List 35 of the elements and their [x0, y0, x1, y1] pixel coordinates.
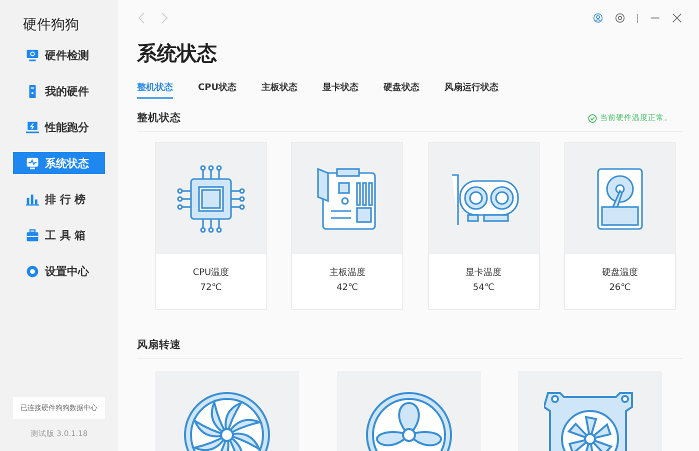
temperature-value: 26℃ [609, 283, 631, 293]
section-title: 整机状态 [137, 111, 181, 125]
tab[interactable]: CPU状态 [198, 81, 237, 99]
bars-icon [26, 192, 39, 206]
cpu-drawing [175, 162, 247, 234]
card-label: 主板温度 [329, 266, 366, 279]
card-label: 显卡温度 [466, 266, 502, 279]
temperature-value: 72℃ [200, 283, 222, 293]
settings-icon[interactable] [615, 12, 625, 24]
tab[interactable]: 主板状态 [262, 81, 298, 99]
toolbox-icon [26, 228, 39, 242]
app-name: 硬件狗狗 [23, 16, 79, 34]
section-title: 风扇转速 [137, 338, 181, 352]
tab[interactable]: 风扇运行状态 [444, 81, 499, 99]
sidebar-item[interactable]: 我的硬件 [13, 80, 105, 102]
temperature-value: 54℃ [472, 283, 494, 293]
user-icon[interactable] [593, 12, 603, 24]
sidebar-item[interactable]: 系统状态 [13, 152, 105, 174]
temperature-value: 42℃ [336, 283, 358, 293]
close-icon[interactable] [672, 12, 682, 24]
sidebar-item[interactable]: 硬件检测 [13, 44, 105, 66]
tab[interactable]: 显卡状态 [322, 81, 359, 99]
tab[interactable]: 硬盘状态 [384, 81, 420, 99]
pulse-icon [26, 156, 39, 170]
sidebar-item[interactable]: 性能跑分 [13, 116, 105, 138]
card-label: CPU温度 [192, 266, 230, 279]
card-label: 硬盘温度 [602, 266, 638, 279]
check-circle-icon [588, 114, 597, 122]
sidebar-item[interactable]: 排 行 榜 [13, 188, 105, 210]
gear-icon [26, 264, 39, 278]
sidebar-item[interactable]: 设置中心 [13, 260, 105, 282]
monitor-search-icon [26, 48, 39, 62]
page-title: 系统状态 [137, 40, 218, 67]
laptop-icon [26, 120, 39, 134]
sidebar-item[interactable]: 工 具 箱 [13, 224, 105, 246]
